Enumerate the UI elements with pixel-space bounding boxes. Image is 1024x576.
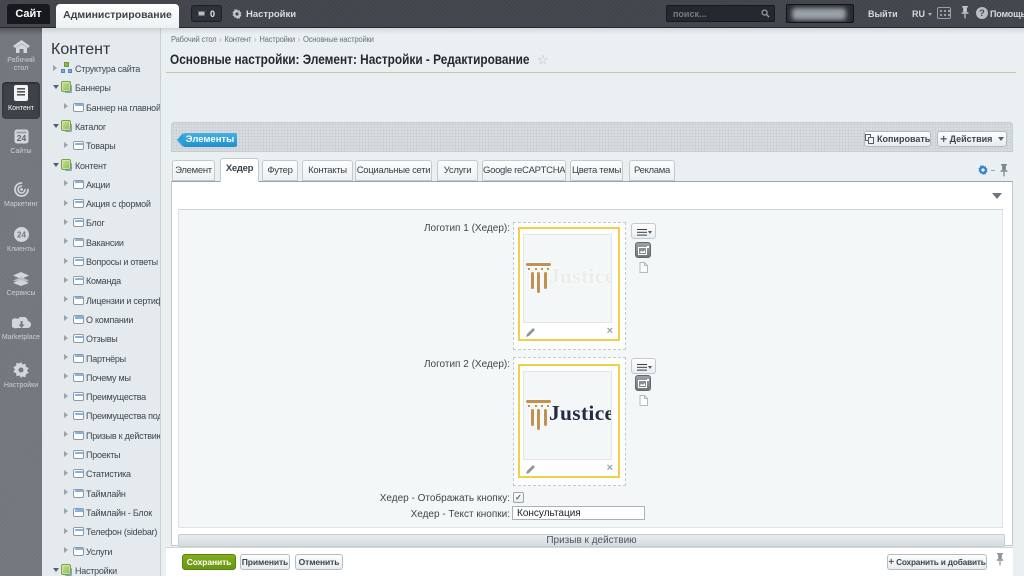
svg-text:24: 24 (17, 231, 26, 240)
svg-text:24: 24 (16, 133, 26, 143)
